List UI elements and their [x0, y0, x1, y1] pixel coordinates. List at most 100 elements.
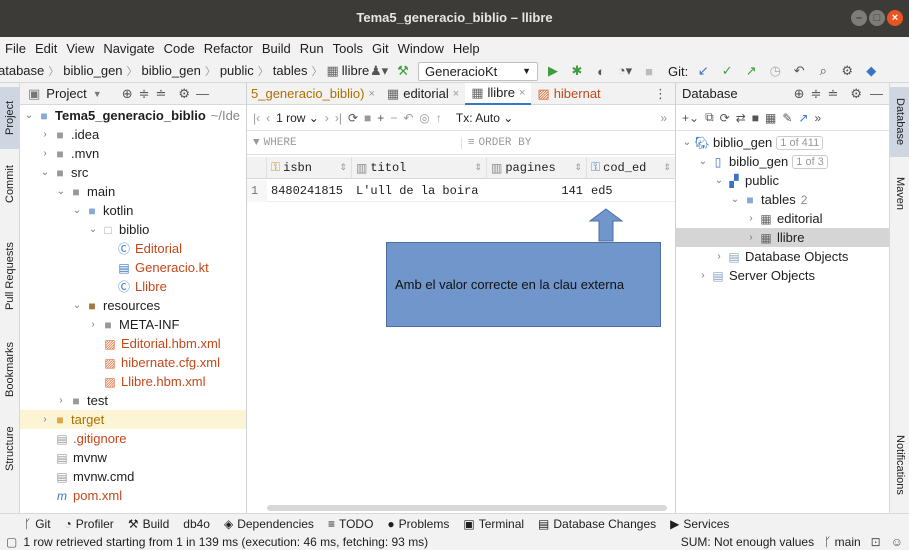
add-row-icon[interactable]: +: [377, 111, 384, 125]
locate-icon[interactable]: ⊕: [794, 86, 805, 102]
tree-item[interactable]: Ⓒ Editorial: [20, 239, 246, 258]
tool-services[interactable]: ▶ Services: [670, 517, 729, 531]
hide-icon[interactable]: —: [196, 86, 209, 101]
prev-page-icon[interactable]: ‹: [266, 111, 270, 125]
tool-database-changes[interactable]: ▤ Database Changes: [538, 517, 656, 531]
next-page-icon[interactable]: ›: [325, 111, 329, 125]
search-icon[interactable]: ⌕: [814, 63, 832, 79]
column-header-cod-ed[interactable]: ⚿ cod_ed ⇕: [587, 157, 675, 179]
breadcrumb-item[interactable]: llibre: [342, 63, 369, 78]
db-tree-item[interactable]: ⌄ ■ tables 2: [676, 190, 889, 209]
breadcrumb-item[interactable]: atabase: [0, 63, 44, 78]
more-icon[interactable]: »: [814, 111, 821, 125]
order-by-filter[interactable]: ≡ ORDER BY: [460, 136, 675, 149]
tree-item[interactable]: m pom.xml: [20, 486, 246, 505]
first-page-icon[interactable]: |‹: [253, 111, 260, 125]
table-row[interactable]: 1 8480241815 L'ull de la boira 141 ed5: [247, 180, 675, 202]
tree-item-root[interactable]: ⌄ ■ Tema5_generacio_biblio ~/Ide: [20, 106, 246, 125]
more-tabs-icon[interactable]: ⋮: [654, 86, 667, 102]
tree-item[interactable]: › ■ .mvn: [20, 144, 246, 163]
tool-problems[interactable]: ● Problems: [387, 517, 449, 531]
tool-todo[interactable]: ≡ TODO: [328, 517, 373, 531]
breadcrumb-item[interactable]: biblio_gen: [63, 63, 122, 78]
tab-pull-requests[interactable]: Pull Requests: [0, 231, 20, 321]
collapse-all-icon[interactable]: ≐: [156, 86, 167, 102]
tab-notifications[interactable]: Notifications: [890, 425, 909, 505]
close-icon[interactable]: ×: [519, 87, 525, 99]
db-tree-item[interactable]: ⌄ ▞ public: [676, 171, 889, 190]
gear-icon[interactable]: ⚙: [850, 86, 862, 102]
copy-icon[interactable]: ⧉: [705, 110, 714, 125]
menu-tools[interactable]: Tools: [329, 41, 368, 56]
tab-llibre[interactable]: ▦ llibre ×: [465, 83, 532, 105]
sync-icon[interactable]: ⇄: [736, 111, 746, 125]
tree-item[interactable]: ⌄ □ biblio: [20, 220, 246, 239]
menu-git[interactable]: Git: [368, 41, 394, 56]
hide-icon[interactable]: —: [870, 86, 883, 101]
locate-icon[interactable]: ⊕: [122, 86, 133, 102]
tool-db4o[interactable]: db4o: [183, 517, 210, 531]
expand-all-icon[interactable]: ≑: [811, 86, 822, 102]
db-tree-item[interactable]: › ▦ editorial: [676, 209, 889, 228]
breadcrumb-item[interactable]: biblio_gen: [142, 63, 201, 78]
breadcrumb-item[interactable]: tables: [273, 63, 308, 78]
preview-icon[interactable]: ◎: [419, 111, 429, 125]
stop-icon[interactable]: ■: [752, 111, 759, 125]
menu-build[interactable]: Build: [258, 41, 296, 56]
tree-item[interactable]: ▤ .gitignore: [20, 429, 246, 448]
db-tree-item[interactable]: ⌄ 🐘︎ biblio_gen 1 of 411: [676, 133, 889, 152]
more-icon[interactable]: »: [660, 111, 667, 125]
breadcrumb-item[interactable]: public: [220, 63, 254, 78]
git-commit-icon[interactable]: ✓: [718, 63, 736, 79]
close-icon[interactable]: ×: [368, 88, 374, 100]
gear-icon[interactable]: ⚙: [178, 86, 190, 102]
tool-terminal[interactable]: ▣ Terminal: [463, 517, 524, 531]
tree-item[interactable]: ▨ Editorial.hbm.xml: [20, 334, 246, 353]
stop-icon[interactable]: ■: [640, 64, 658, 79]
db-tree-item[interactable]: › ▤ Server Objects: [676, 266, 889, 285]
menu-edit[interactable]: Edit: [31, 41, 62, 56]
tree-item[interactable]: ⌄ ■ resources: [20, 296, 246, 315]
cell-isbn[interactable]: 8480241815: [267, 180, 352, 202]
run-icon[interactable]: ▶: [544, 63, 562, 79]
maximize-button[interactable]: □: [869, 10, 885, 26]
tree-item[interactable]: › ■ test: [20, 391, 246, 410]
cell-cod-ed[interactable]: ed5: [587, 180, 675, 202]
jump-icon[interactable]: ↗: [798, 111, 808, 125]
stop-icon[interactable]: ■: [364, 111, 371, 125]
hammer-icon[interactable]: ⚒: [394, 63, 412, 79]
expand-all-icon[interactable]: ≑: [139, 86, 150, 102]
db-tree-item[interactable]: › ▦ llibre: [676, 228, 889, 247]
refresh-icon[interactable]: ⟳: [720, 111, 730, 125]
tree-item[interactable]: › ■ target: [20, 410, 246, 429]
tab-hibernate[interactable]: ▨ hibernat: [531, 83, 606, 105]
column-header-titol[interactable]: ▥ titol ⇕: [352, 157, 487, 179]
close-icon[interactable]: ×: [453, 88, 459, 100]
tool-build[interactable]: ⚒ Build: [128, 517, 169, 531]
tab-commit[interactable]: Commit: [0, 155, 20, 213]
revert-icon[interactable]: ↶: [403, 111, 413, 125]
tree-item[interactable]: › ■ .idea: [20, 125, 246, 144]
git-update-icon[interactable]: ↙: [694, 63, 712, 79]
menu-run[interactable]: Run: [296, 41, 329, 56]
menu-code[interactable]: Code: [160, 41, 200, 56]
tool-dependencies[interactable]: ◈ Dependencies: [224, 517, 314, 531]
last-page-icon[interactable]: ›|: [335, 111, 342, 125]
menu-window[interactable]: Window: [394, 41, 449, 56]
tab-maven[interactable]: Maven: [890, 169, 909, 219]
tree-item[interactable]: ⌄ ■ src: [20, 163, 246, 182]
tree-item[interactable]: ▨ Llibre.hbm.xml: [20, 372, 246, 391]
tool-git[interactable]: ᚴ Git: [24, 517, 51, 531]
tab-editor-file[interactable]: 5_generacio_biblio) ×: [247, 83, 381, 105]
tab-structure[interactable]: Structure: [0, 419, 20, 479]
rollback-icon[interactable]: ↶: [790, 63, 808, 79]
tab-editorial[interactable]: ▦ editorial ×: [381, 83, 465, 105]
debug-icon[interactable]: ✱: [568, 63, 586, 79]
tree-item[interactable]: ▤ Generacio.kt: [20, 258, 246, 277]
tab-bookmarks[interactable]: Bookmarks: [0, 331, 20, 407]
minimize-button[interactable]: –: [851, 10, 867, 26]
column-header-pagines[interactable]: ▥ pagines ⇕: [487, 157, 587, 179]
tx-mode-select[interactable]: Tx: Auto ⌄: [456, 111, 513, 125]
refresh-icon[interactable]: ⟳: [348, 111, 358, 125]
tree-item[interactable]: ▤ mvnw.cmd: [20, 467, 246, 486]
